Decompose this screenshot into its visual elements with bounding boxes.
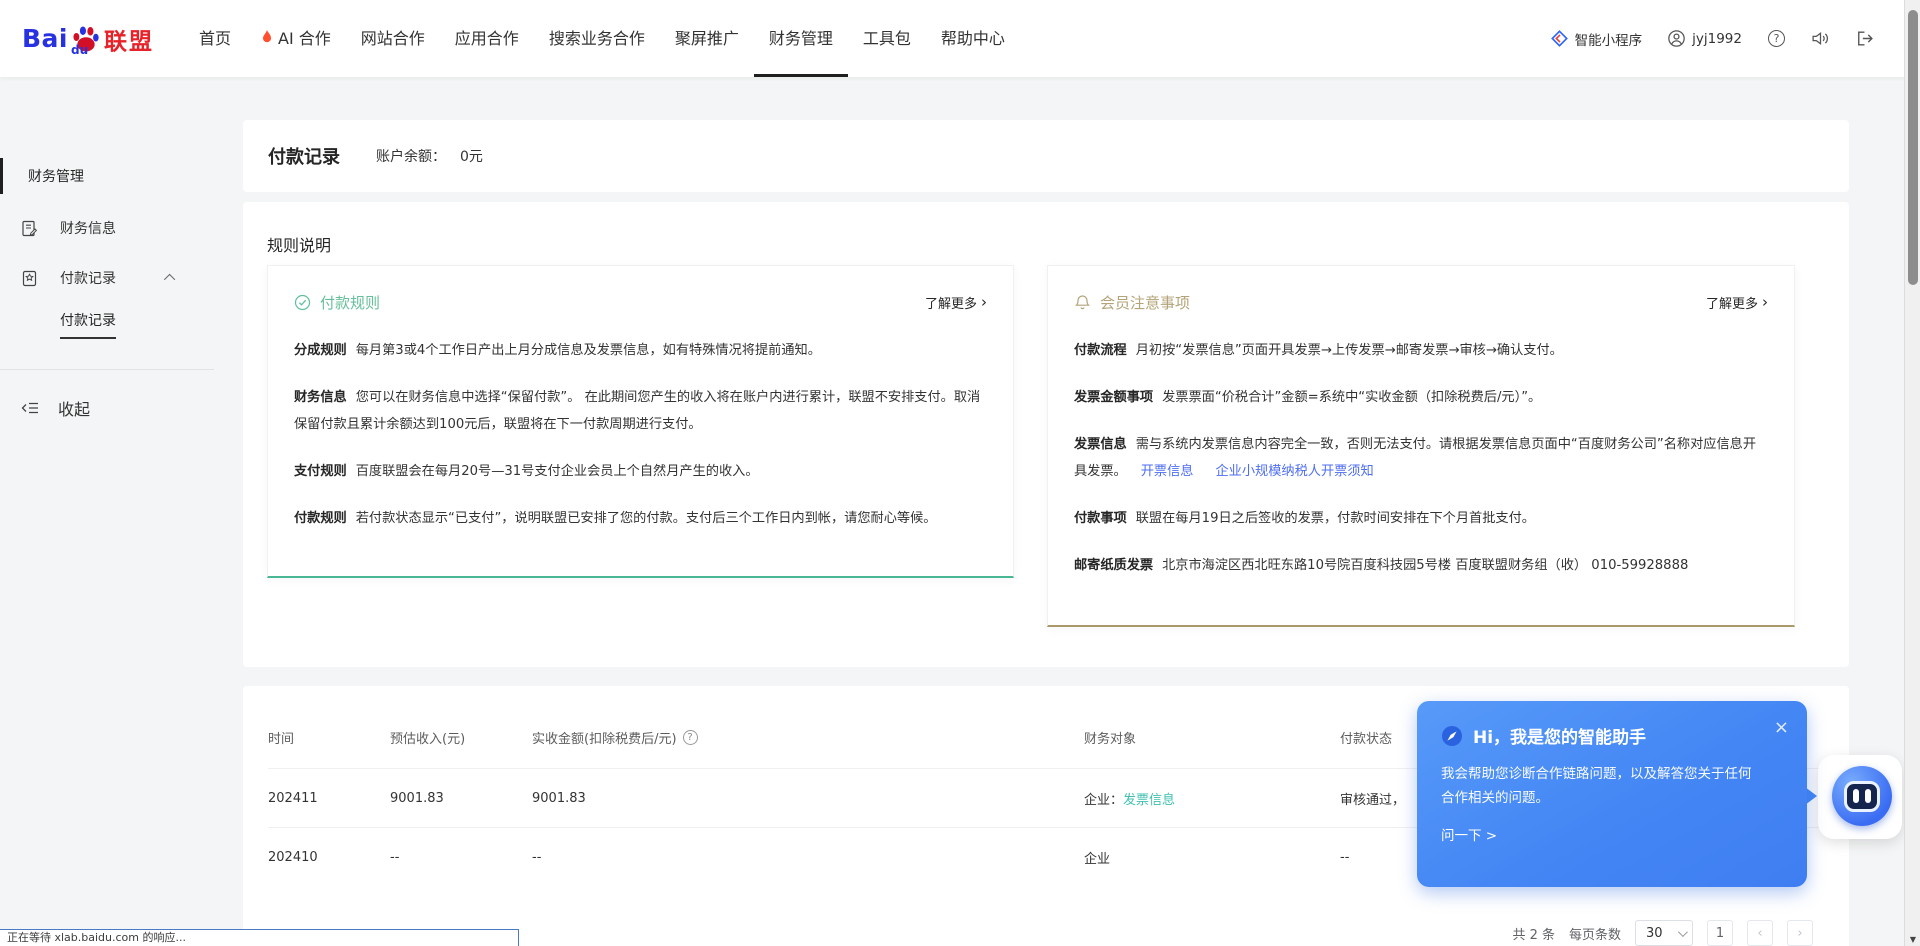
sidebar: 财务管理 财务信息 付款记录 付款记录 收起 [0,77,230,946]
speaker-icon[interactable] [1811,30,1830,47]
logo-text-du: du [71,42,89,57]
nav-item-finance[interactable]: 财务管理 [753,0,848,77]
cell-estimated: 9001.83 [390,790,444,806]
logo-text-bai: Bai [22,24,68,53]
invoice-info-link[interactable]: 开票信息 [1141,464,1194,479]
nav-item-app[interactable]: 应用合作 [440,0,534,77]
user-account[interactable]: jyj1992 [1668,30,1742,47]
bell-icon [1074,294,1091,311]
page-header-card: 付款记录 账户余额： 0元 [243,120,1849,192]
payment-rules-panel: 付款规则 了解更多 › 分成规则 每月第3或4个工作日产出上月分成信息及发票信息，… [267,265,1014,578]
balance-value: 0元 [460,149,483,165]
nav-item-website[interactable]: 网站合作 [346,0,440,77]
cell-entity: 企业： [1084,792,1124,808]
user-icon [1668,30,1685,47]
collapse-icon [21,401,39,415]
flame-icon [261,30,273,44]
member-notes-panel: 会员注意事项 了解更多 › 付款流程 月初按“发票信息”页面开具发票→上传发票→邮… [1047,265,1795,627]
cell-time: 202411 [268,790,318,806]
paw-icon: du [70,23,102,57]
rules-card: 规则说明 付款规则 了解更多 › 分成规则 每月第3或4个工作日产出上月分成信息及… [243,202,1849,667]
col-header-estimated: 预估收入(元) [390,731,466,747]
nav-item-screen-promo[interactable]: 聚屏推广 [660,0,754,77]
assistant-robot-avatar[interactable] [1832,766,1892,826]
active-section-indicator [0,158,3,194]
chevron-down-icon [1677,926,1688,937]
small-taxpayer-notice-link[interactable]: 企业小规模纳税人开票须知 [1216,464,1374,479]
sidebar-item-payment-records[interactable]: 付款记录 [0,260,230,296]
rule-item: 财务信息 您可以在财务信息中选择“保留付款”。 在此期间您产生的收入将在账户内进行… [294,390,981,432]
mini-program-icon [1550,30,1568,47]
page-title: 付款记录 [268,147,340,168]
sidebar-section-finance[interactable]: 财务管理 [0,158,230,194]
rule-item: 付款规则 若付款状态显示“已支付”，说明联盟已安排了您的付款。支付后三个工作日内到… [294,511,937,526]
prev-page-button[interactable]: ‹ [1747,920,1773,946]
sidebar-subitem-payment-records[interactable]: 付款记录 [60,310,116,339]
nav-item-search-biz[interactable]: 搜索业务合作 [534,0,660,77]
nav-item-toolkit[interactable]: 工具包 [848,0,926,77]
col-header-entity: 财务对象 [1084,731,1137,747]
main-menu: 首页 AI 合作 网站合作 应用合作 搜索业务合作 聚屏推广 财务管理 工具包 … [184,0,1020,77]
question-mark-icon[interactable]: ? [682,729,698,745]
vertical-scrollbar[interactable]: ▼ [1904,0,1920,946]
rule-item: 邮寄纸质发票 北京市海淀区西北旺东路10号院百度科技园5号楼 百度联盟财务组（收）… [1074,558,1689,573]
nav-item-help-center[interactable]: 帮助中心 [926,0,1020,77]
chevron-right-icon: › [981,293,987,311]
ask-now-link[interactable]: 问一下 > [1441,824,1497,844]
scrollbar-thumb[interactable] [1908,10,1918,285]
invoice-info-cell-link[interactable]: 发票信息 [1123,793,1175,808]
member-notes-more-link[interactable]: 了解更多 › [1706,293,1768,313]
nav-item-ai[interactable]: AI 合作 [246,0,346,77]
mini-program-entry[interactable]: 智能小程序 [1550,29,1642,49]
baidu-union-logo[interactable]: Bai du 联盟 [22,0,154,77]
logo-text-lianmeng: 联盟 [104,28,154,55]
payment-rules-more-link[interactable]: 了解更多 › [925,293,987,313]
payment-rules-icon [294,294,311,311]
per-page-select[interactable]: 30 [1635,920,1693,946]
smart-assistant-popup: Hi，我是您的智能助手 × 我会帮助您诊断合作链路问题，以及解答您关于任何合作相… [1417,701,1807,887]
page-number-1[interactable]: 1 [1707,920,1733,946]
cell-actual: -- [532,849,542,865]
rule-item: 付款事项 联盟在每月19日之后签收的发票，付款时间安排在下个月首批支付。 [1074,511,1535,526]
chevron-right-icon: › [1762,293,1768,311]
rule-item: 发票信息 需与系统内发票信息内容完全一致，否则无法支付。请根据发票信息页面中“百度… [1074,437,1757,479]
per-page-label: 每页条数 [1568,927,1621,943]
help-icon[interactable]: ? [1768,30,1785,47]
close-icon[interactable]: × [1774,717,1789,738]
navbar-right: 智能小程序 jyj1992 ? [1550,0,1874,77]
document-icon [21,220,38,237]
next-page-button[interactable]: › [1787,920,1813,946]
robot-face-icon [1844,780,1880,812]
cell-time: 202410 [268,849,318,865]
rule-item: 支付规则 百度联盟会在每月20号—31号支付企业会员上个自然月产生的收入。 [294,464,759,479]
nav-item-home[interactable]: 首页 [184,0,246,77]
sidebar-divider [0,369,214,370]
sidebar-collapse-button[interactable]: 收起 [0,390,230,426]
top-navbar: Bai du 联盟 首页 AI 合作 网站合作 应用合作 搜索业务合作 聚屏推广… [0,0,1920,77]
logout-icon[interactable] [1856,30,1874,47]
member-notes-title: 会员注意事项 [1100,294,1191,312]
pagination: 共 2 条 每页条数 30 1 ‹ › [1512,920,1813,946]
cell-estimated: -- [390,849,400,865]
assistant-message: 我会帮助您诊断合作链路问题，以及解答您关于任何合作相关的问题。 [1441,766,1752,806]
balance-label: 账户余额： [376,149,446,165]
rules-section-title: 规则说明 [267,236,332,255]
rule-item: 付款流程 月初按“发票信息”页面开具发票→上传发票→邮寄发票→审核→确认支付。 [1074,343,1563,358]
col-header-actual: 实收金额(扣除税费后/元) [532,731,677,747]
chevron-up-icon[interactable] [163,273,176,286]
assistant-greeting: Hi，我是您的智能助手 [1473,728,1647,748]
cell-actual: 9001.83 [532,790,586,806]
browser-status-message: 正在等待 xlab.baidu.com 的响应... [0,929,519,946]
cell-entity: 企业 [1084,851,1111,867]
badge-icon [21,270,38,287]
sidebar-item-finance-info[interactable]: 财务信息 [0,210,230,246]
scroll-down-arrow[interactable]: ▼ [1905,935,1920,944]
pagination-total: 共 2 条 [1512,927,1555,943]
rule-item: 分成规则 每月第3或4个工作日产出上月分成信息及发票信息，如有特殊情况将提前通知。 [294,343,821,358]
payment-rules-title: 付款规则 [320,294,381,312]
col-header-time: 时间 [268,731,295,747]
compass-icon [1441,725,1463,747]
rule-item: 发票金额事项 发票票面“价税合计”金额=系统中“实收金额（扣除税费后/元）”。 [1074,390,1542,405]
